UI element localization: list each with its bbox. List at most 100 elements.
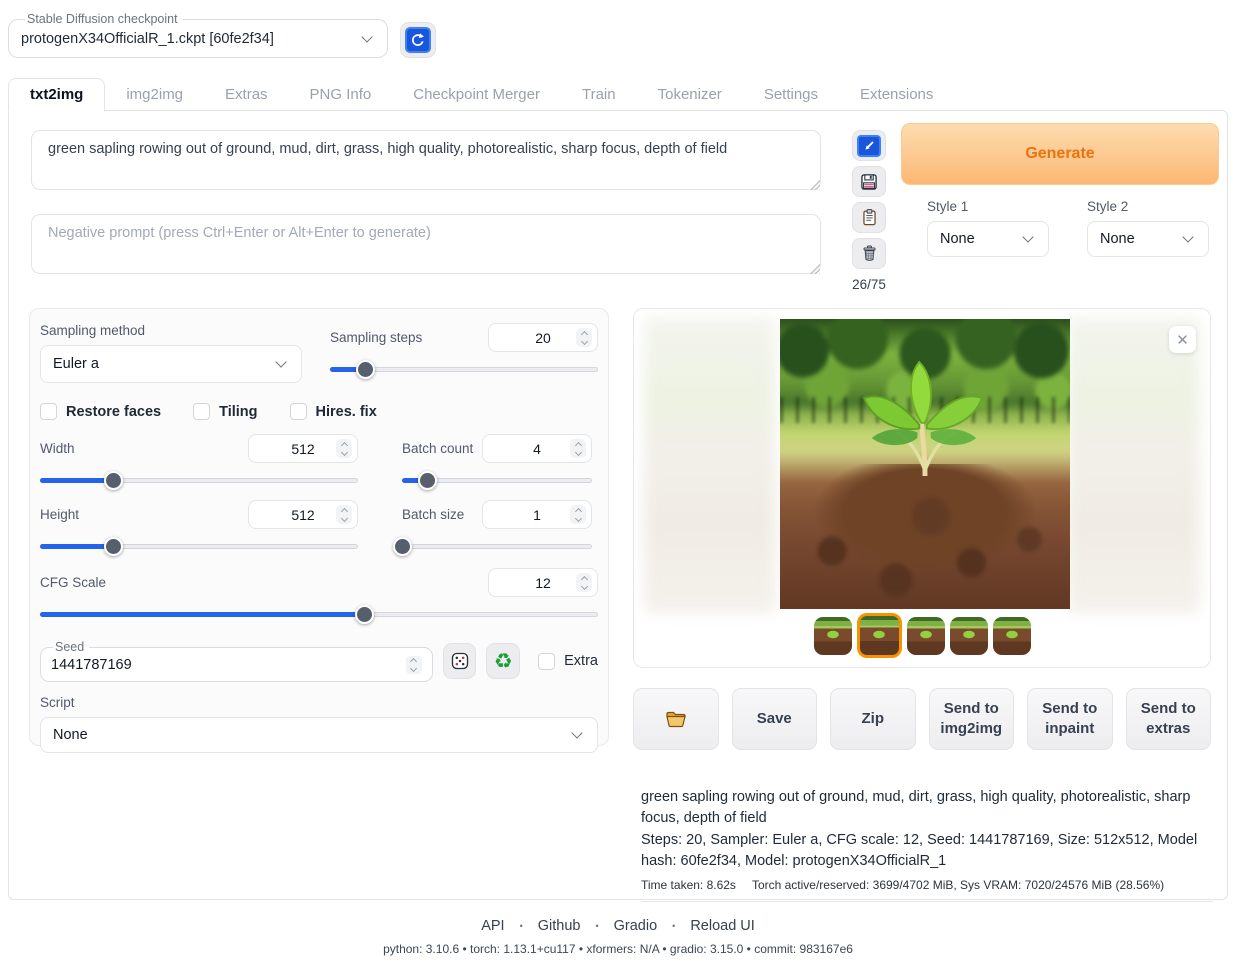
vram-stats-text: Torch active/reserved: 3699/4702 MiB, Sy… [752, 878, 1164, 892]
api-link[interactable]: API [481, 918, 504, 934]
batch-count-value: 4 [533, 441, 541, 457]
script-select[interactable]: None [40, 717, 598, 753]
script-value: None [53, 727, 88, 743]
send-to-inpaint-button[interactable]: Send to inpaint [1027, 688, 1113, 750]
negative-prompt-input[interactable] [31, 214, 821, 274]
batch-count-input[interactable]: 4 [482, 434, 592, 463]
checkpoint-label: Stable Diffusion checkpoint [25, 12, 183, 26]
reload-ui-link[interactable]: Reload UI [690, 918, 754, 934]
checkpoint-selector[interactable]: Stable Diffusion checkpoint protogenX34O… [8, 12, 388, 58]
extra-seed-checkbox[interactable]: Extra [538, 653, 598, 670]
sampling-steps-label: Sampling steps [330, 330, 422, 345]
paste-generation-params-button[interactable] [852, 130, 886, 161]
sd-webui: { "header": { "checkpoint_label": "Stabl… [0, 0, 1236, 966]
tab-tokenizer[interactable]: Tokenizer [637, 79, 743, 111]
random-seed-button[interactable] [443, 643, 477, 679]
save-button[interactable]: Save [732, 688, 818, 750]
slider-handle[interactable] [355, 605, 374, 624]
thumbnail-strip [634, 613, 1210, 658]
height-slider[interactable] [40, 537, 358, 556]
slider-handle[interactable] [356, 360, 375, 379]
width-slider[interactable] [40, 471, 358, 490]
hires-fix-checkbox[interactable]: Hires. fix [290, 403, 377, 420]
refresh-icon [405, 27, 431, 53]
save-style-button[interactable] [852, 166, 886, 197]
send-to-extras-button[interactable]: Send to extras [1126, 688, 1212, 750]
generate-button[interactable]: Generate [901, 123, 1219, 185]
txt2img-panel: green sapling rowing out of ground, mud,… [8, 110, 1228, 900]
batch-count-label: Batch count [402, 441, 473, 456]
dice-icon [450, 651, 470, 671]
apply-style-button[interactable] [852, 202, 886, 233]
restore-faces-label: Restore faces [66, 404, 161, 420]
thumbnail-3[interactable] [907, 617, 945, 655]
thumbnail-2-selected[interactable] [857, 613, 902, 658]
chevron-down-icon [361, 31, 372, 42]
sampling-steps-slider[interactable] [330, 360, 598, 379]
tiling-checkbox[interactable]: Tiling [193, 403, 257, 420]
generation-info: green sapling rowing out of ground, mud,… [641, 787, 1213, 902]
slider-handle[interactable] [104, 537, 123, 556]
slider-handle[interactable] [393, 537, 412, 556]
stepper-icon[interactable] [570, 439, 586, 458]
time-taken-text: Time taken: 8.62s [641, 878, 736, 892]
slider-handle[interactable] [418, 471, 437, 490]
stepper-icon[interactable] [570, 505, 586, 524]
stepper-icon[interactable] [576, 573, 592, 592]
send-to-img2img-button[interactable]: Send to img2img [929, 688, 1015, 750]
refresh-checkpoint-button[interactable] [400, 22, 436, 58]
batch-size-input[interactable]: 1 [482, 500, 592, 529]
restore-faces-checkbox[interactable]: Restore faces [40, 403, 161, 420]
width-input[interactable]: 512 [248, 434, 358, 463]
close-gallery-button[interactable]: ✕ [1169, 326, 1196, 353]
tab-img2img[interactable]: img2img [105, 79, 204, 111]
clear-prompt-button[interactable] [852, 238, 886, 269]
reuse-seed-button[interactable]: ♻ [486, 643, 520, 679]
thumbnail-1[interactable] [814, 617, 852, 655]
generated-image[interactable] [780, 319, 1070, 609]
cfg-scale-slider[interactable] [40, 605, 598, 624]
tab-extras[interactable]: Extras [204, 79, 289, 111]
zip-button[interactable]: Zip [830, 688, 916, 750]
gradio-link[interactable]: Gradio [614, 918, 658, 934]
height-input[interactable]: 512 [248, 500, 358, 529]
thumbnail-5[interactable] [993, 617, 1031, 655]
tab-txt2img[interactable]: txt2img [8, 78, 105, 112]
tab-extensions[interactable]: Extensions [839, 79, 954, 111]
sampling-method-label: Sampling method [40, 323, 302, 338]
checkbox-icon [290, 403, 307, 420]
stepper-icon[interactable] [576, 328, 592, 347]
separator-dot: • [672, 921, 675, 931]
stepper-icon[interactable] [336, 505, 352, 524]
chevron-down-icon [1022, 231, 1033, 242]
style2-label: Style 2 [1087, 199, 1209, 214]
tab-settings[interactable]: Settings [743, 79, 839, 111]
checkbox-icon [538, 653, 555, 670]
sampling-steps-input[interactable]: 20 [488, 323, 598, 352]
batch-count-slider[interactable] [402, 471, 592, 490]
cfg-scale-input[interactable]: 12 [488, 568, 598, 597]
batch-size-slider[interactable] [402, 537, 592, 556]
tab-png-info[interactable]: PNG Info [289, 79, 393, 111]
github-link[interactable]: Github [538, 918, 581, 934]
seed-label: Seed [53, 640, 89, 654]
separator-dot: • [520, 921, 523, 931]
slider-handle[interactable] [104, 471, 123, 490]
stepper-icon[interactable] [406, 656, 422, 674]
sampling-method-select[interactable]: Euler a [40, 345, 302, 383]
open-folder-button[interactable] [633, 688, 719, 750]
chevron-down-icon [275, 356, 286, 367]
seed-value: 1441787169 [51, 657, 132, 673]
style2-select[interactable]: None [1087, 221, 1209, 257]
batch-size-value: 1 [533, 507, 541, 523]
tab-checkpoint-merger[interactable]: Checkpoint Merger [392, 79, 561, 111]
style1-select[interactable]: None [927, 221, 1049, 257]
main-tabs: txt2img img2img Extras PNG Info Checkpoi… [8, 77, 954, 111]
prompt-input[interactable]: green sapling rowing out of ground, mud,… [31, 130, 821, 190]
thumbnail-4[interactable] [950, 617, 988, 655]
seed-input[interactable]: Seed 1441787169 [40, 640, 433, 682]
stepper-icon[interactable] [336, 439, 352, 458]
hires-fix-label: Hires. fix [316, 404, 377, 420]
style1-value: None [940, 231, 975, 247]
tab-train[interactable]: Train [561, 79, 637, 111]
